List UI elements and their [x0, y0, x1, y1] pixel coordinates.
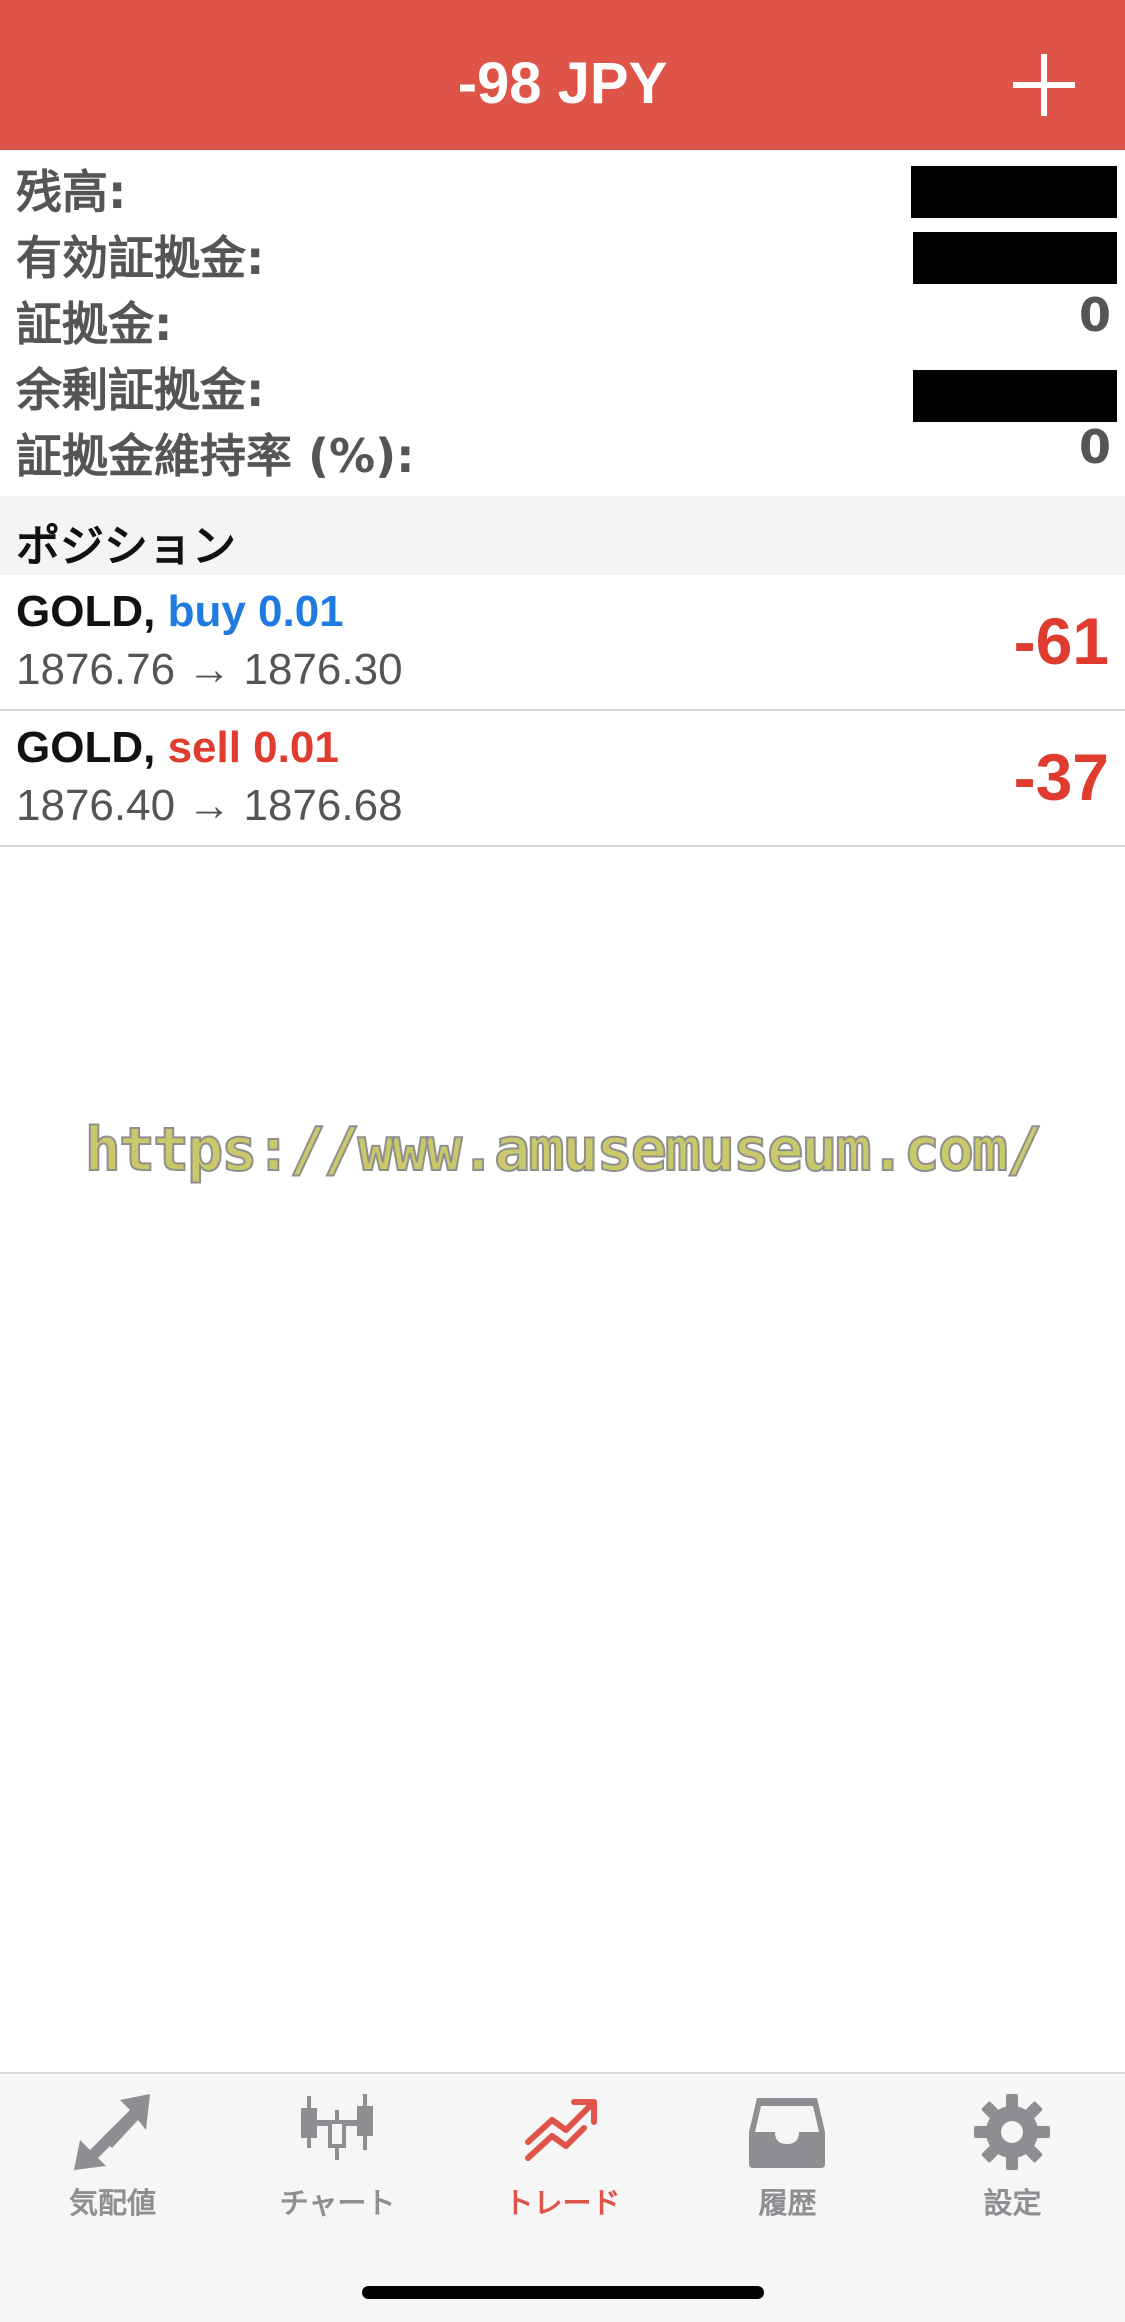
account-summary: 残高: 有効証拠金: 証拠金: 0 余剰証拠金: 証拠金維持率 (%): 0 — [0, 150, 1125, 495]
equity-redacted — [913, 232, 1117, 284]
equity-label: 有効証拠金: — [16, 231, 265, 285]
tab-quotes-label: 気配値 — [68, 2186, 156, 2220]
balance-label: 残高: — [16, 165, 127, 219]
tab-quotes[interactable]: 気配値 — [0, 2074, 225, 2234]
margin-label: 証拠金: — [16, 297, 173, 351]
candlestick-chart-icon — [301, 2094, 373, 2160]
total-profit-title: -98 JPY — [457, 51, 668, 116]
positions-section-title: ポジション — [16, 521, 236, 572]
tab-chart[interactable]: チャート — [225, 2074, 450, 2234]
equity-row: 有効証拠金: — [0, 216, 1125, 285]
plus-icon[interactable] — [1010, 52, 1078, 120]
home-indicator[interactable] — [362, 2286, 764, 2299]
top-bar: -98 JPY — [0, 0, 1125, 150]
tab-settings-label: 設定 — [983, 2186, 1042, 2220]
free-margin-row: 余剰証拠金: — [0, 348, 1125, 422]
balance-redacted — [911, 166, 1117, 218]
tab-bar: 気配値 チャート トレード 履歴 設定 — [0, 2072, 1125, 2322]
position-prices: 1876.76 → 1876.30 — [16, 645, 403, 694]
position-symbol: GOLD, — [16, 723, 156, 772]
tab-trade[interactable]: トレード — [450, 2074, 675, 2234]
margin-level-value: 0 — [1078, 420, 1111, 474]
position-profit: -61 — [1013, 604, 1109, 678]
position-title: GOLD, buy 0.01 — [16, 587, 344, 637]
position-row[interactable]: GOLD, buy 0.01 1876.76 → 1876.30 -61 — [0, 575, 1125, 711]
tab-trade-label: トレード — [504, 2186, 621, 2220]
tab-history[interactable]: 履歴 — [675, 2074, 900, 2234]
position-prices: 1876.40 → 1876.68 — [16, 781, 403, 830]
tab-settings[interactable]: 設定 — [900, 2074, 1125, 2234]
balance-row: 残高: — [0, 150, 1125, 219]
position-row[interactable]: GOLD, sell 0.01 1876.40 → 1876.68 -37 — [0, 711, 1125, 847]
settings-gear-icon — [974, 2094, 1050, 2170]
margin-value: 0 — [1078, 288, 1111, 342]
position-symbol: GOLD, — [16, 587, 156, 636]
trade-trend-icon — [525, 2099, 597, 2161]
position-title: GOLD, sell 0.01 — [16, 723, 339, 773]
free-margin-label: 余剰証拠金: — [16, 363, 265, 417]
tab-history-label: 履歴 — [758, 2186, 817, 2220]
position-type-volume: buy 0.01 — [167, 587, 344, 636]
margin-row: 証拠金: 0 — [0, 282, 1125, 351]
margin-level-row: 証拠金維持率 (%): 0 — [0, 414, 1125, 483]
margin-level-label: 証拠金維持率 (%): — [16, 429, 415, 483]
positions-section-header: ポジション — [0, 496, 1125, 575]
position-profit: -37 — [1013, 740, 1109, 814]
quotes-arrows-icon — [74, 2094, 150, 2170]
tab-chart-label: チャート — [279, 2186, 396, 2220]
history-inbox-icon — [749, 2098, 825, 2168]
position-type-volume: sell 0.01 — [167, 723, 339, 772]
watermark-url: https://www.amusemuseum.com/ — [84, 1114, 1043, 1186]
